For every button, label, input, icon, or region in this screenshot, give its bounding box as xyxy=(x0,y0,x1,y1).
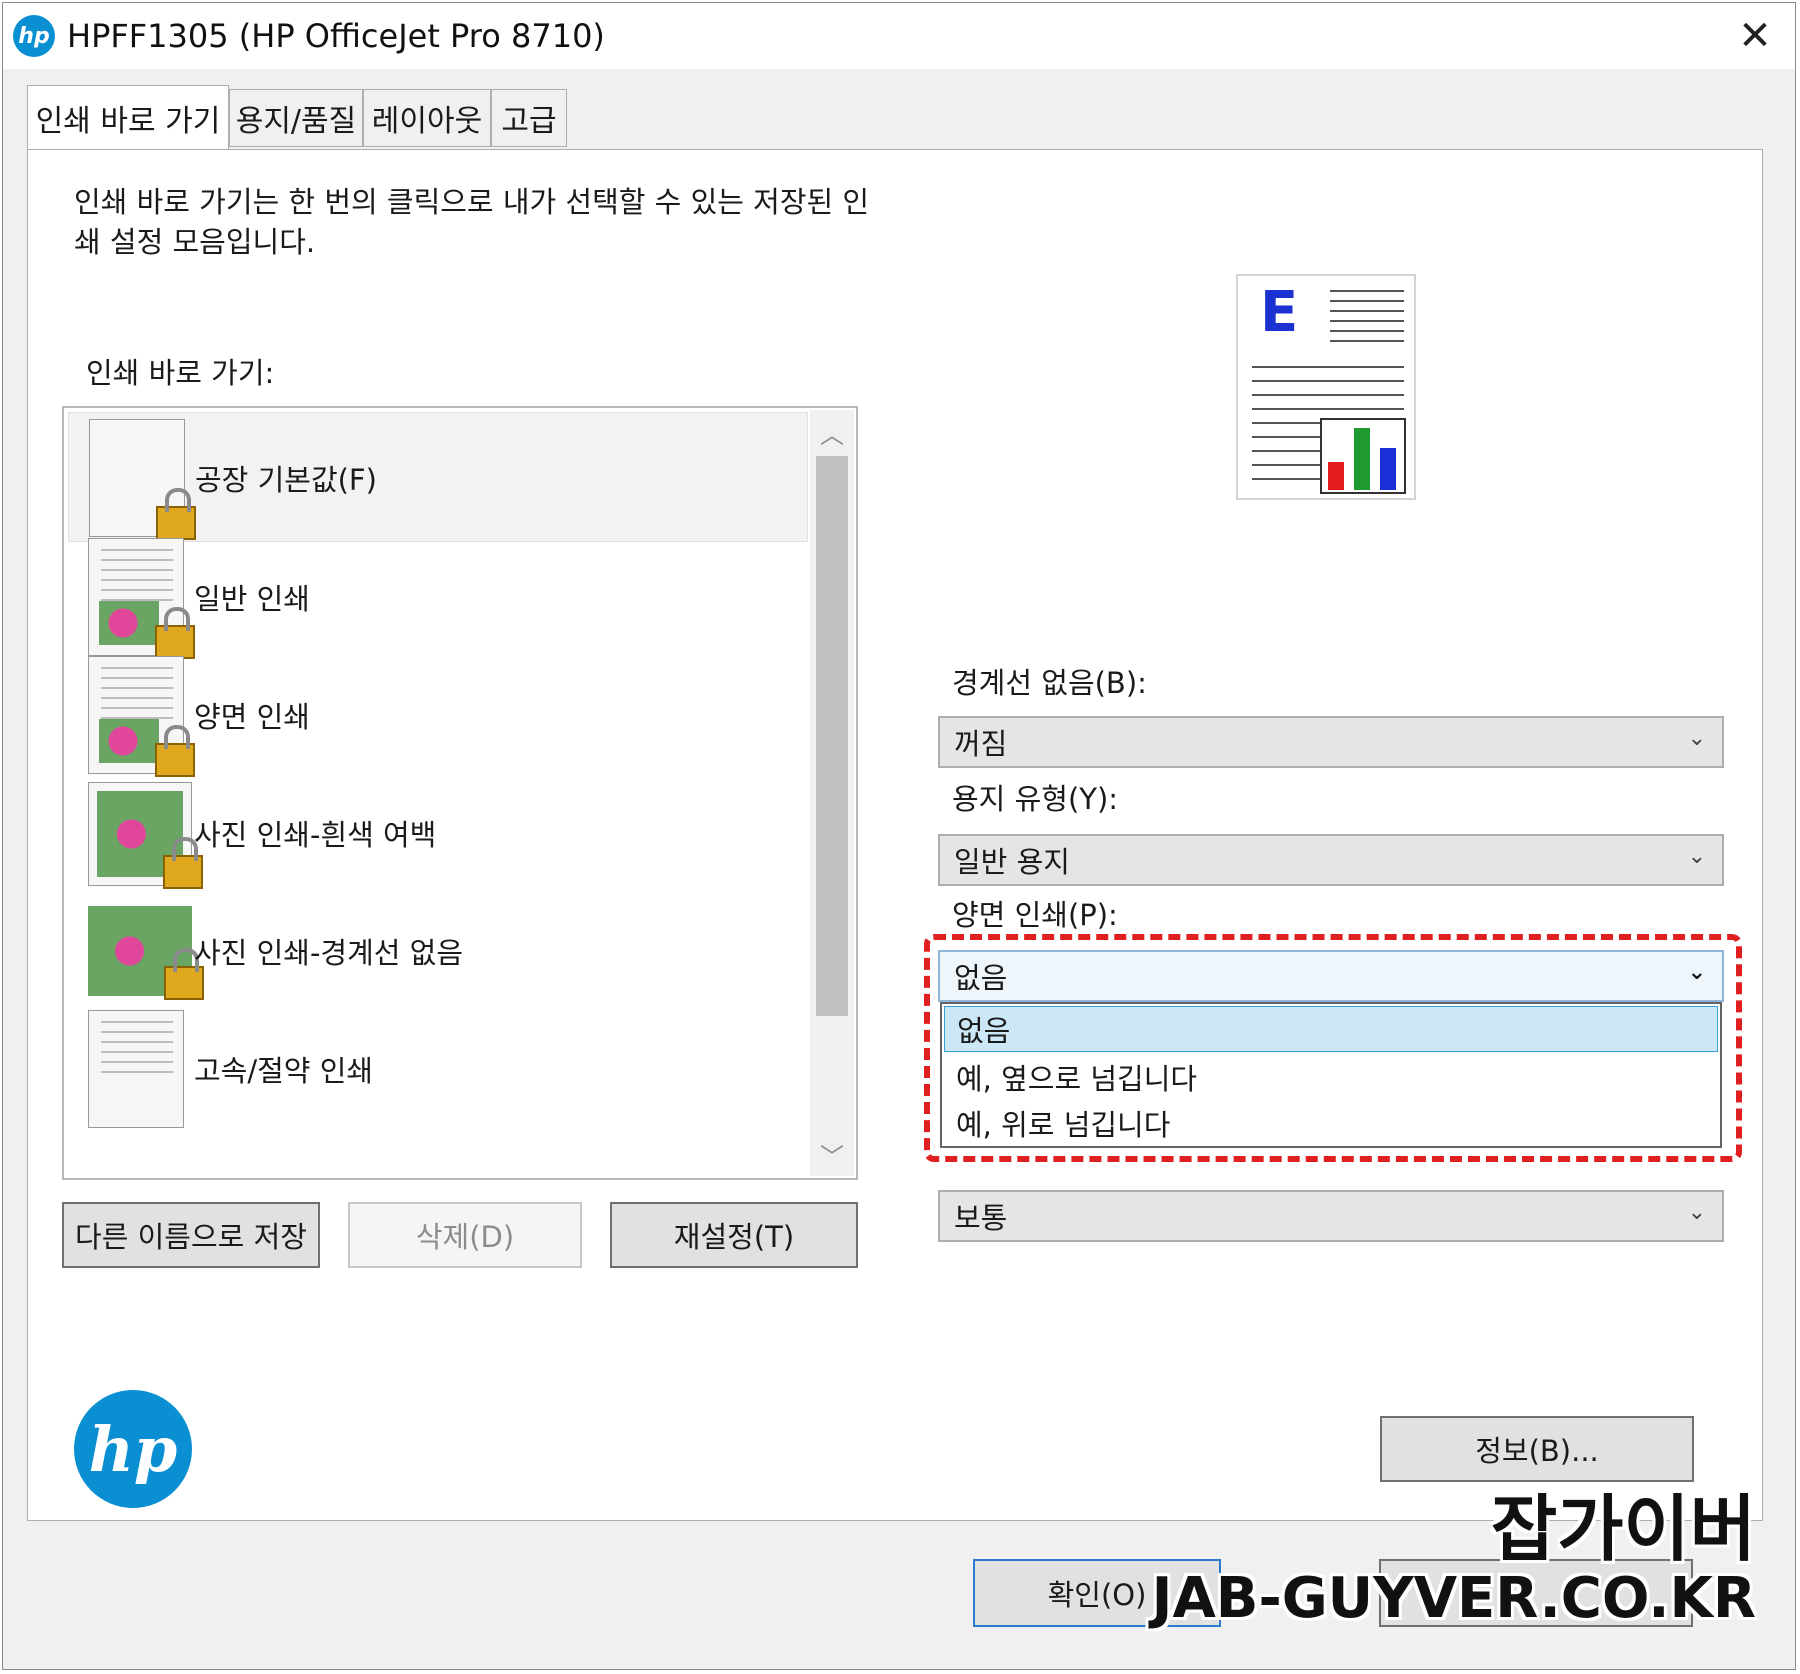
photo-border-lock-icon xyxy=(88,782,203,889)
chevron-down-icon: ⌄ xyxy=(1687,844,1706,869)
tab-layout[interactable]: 레이아웃 xyxy=(363,89,491,147)
duplex-label: 양면 인쇄(P): xyxy=(952,898,1118,932)
preview-bar-red xyxy=(1328,462,1344,490)
duplex-option-flip-side[interactable]: 예, 옆으로 넘깁니다 xyxy=(944,1054,1718,1100)
title-bar: hp HPFF1305 (HP OfficeJet Pro 8710) ✕ xyxy=(3,3,1795,69)
borderless-label: 경계선 없음(B): xyxy=(952,666,1147,700)
duplex-option-none[interactable]: 없음 xyxy=(944,1006,1718,1052)
print-quality-value: 보통 xyxy=(954,1201,1008,1235)
blank-page-lock-icon xyxy=(89,419,196,540)
list-item-general-print[interactable]: 일반 인쇄 xyxy=(68,532,808,662)
shortcuts-list[interactable]: 공장 기본값(F) 일반 인쇄 양면 인쇄 사진 인쇄-흰색 여백 사진 인쇄-… xyxy=(62,406,858,1180)
list-item-photo-borderless[interactable]: 사진 인쇄-경계선 없음 xyxy=(68,886,808,1016)
preview-bar-blue xyxy=(1380,448,1396,490)
tab-advanced[interactable]: 고급 xyxy=(491,89,567,147)
print-quality-select[interactable]: 보통 ⌄ xyxy=(938,1190,1724,1242)
list-item-photo-white-border[interactable]: 사진 인쇄-흰색 여백 xyxy=(68,768,808,898)
lock-icon xyxy=(163,837,203,889)
duplex-option-flip-up[interactable]: 예, 위로 넘깁니다 xyxy=(944,1100,1718,1146)
list-item-label: 양면 인쇄 xyxy=(194,700,310,734)
preview-text-lines xyxy=(1330,290,1404,350)
scroll-up-icon[interactable]: ︿ xyxy=(810,412,854,452)
preview-letter: E xyxy=(1260,280,1299,345)
chevron-down-icon: ⌄ xyxy=(1687,960,1706,985)
tab-paper-quality[interactable]: 용지/품질 xyxy=(229,89,363,147)
list-item-label: 사진 인쇄-흰색 여백 xyxy=(194,818,437,852)
print-preview-image: E xyxy=(1236,274,1416,500)
list-item-label: 고속/절약 인쇄 xyxy=(194,1054,374,1088)
window-title: HPFF1305 (HP OfficeJet Pro 8710) xyxy=(67,17,605,55)
draft-lock-icon xyxy=(88,1010,184,1128)
duplex-select[interactable]: 없음 ⌄ xyxy=(938,950,1724,1002)
scroll-down-icon[interactable]: ﹀ xyxy=(810,1134,854,1174)
hp-brand-logo: hp xyxy=(74,1390,192,1508)
reset-button[interactable]: 재설정(T) xyxy=(610,1202,858,1268)
list-item-fast-economy[interactable]: 고속/절약 인쇄 xyxy=(68,1004,808,1134)
paper-type-select[interactable]: 일반 용지 ⌄ xyxy=(938,834,1724,886)
preview-bar-chart-icon xyxy=(1320,418,1406,494)
scrollbar-thumb[interactable] xyxy=(816,456,848,1016)
print-shortcuts-panel: 인쇄 바로 가기는 한 번의 클릭으로 내가 선택할 수 있는 저장된 인쇄 설… xyxy=(27,149,1763,1521)
paper-type-label: 용지 유형(Y): xyxy=(952,782,1119,816)
close-button[interactable]: ✕ xyxy=(1729,11,1781,61)
list-item-label: 공장 기본값(F) xyxy=(195,463,377,497)
duplex-value: 없음 xyxy=(954,961,1008,995)
duplex-lock-icon xyxy=(88,656,195,777)
photo-borderless-lock-icon xyxy=(88,906,204,1000)
duplex-dropdown-list[interactable]: 없음 예, 옆으로 넘깁니다 예, 위로 넘깁니다 xyxy=(940,1002,1722,1148)
delete-button[interactable]: 삭제(D) xyxy=(348,1202,582,1268)
tab-print-shortcuts[interactable]: 인쇄 바로 가기 xyxy=(27,85,229,149)
list-item-label: 사진 인쇄-경계선 없음 xyxy=(194,936,464,970)
shortcuts-scrollbar[interactable]: ︿ ﹀ xyxy=(810,410,854,1176)
watermark-korean: 잡가이버 xyxy=(1491,1487,1756,1571)
borderless-value: 꺼짐 xyxy=(954,727,1008,761)
text-photo-lock-icon xyxy=(88,538,195,659)
watermark-url: JAB-GUYVER.CO.KR xyxy=(1151,1566,1756,1631)
chevron-down-icon: ⌄ xyxy=(1687,726,1706,751)
list-item-duplex-print[interactable]: 양면 인쇄 xyxy=(68,650,808,780)
description-text: 인쇄 바로 가기는 한 번의 클릭으로 내가 선택할 수 있는 저장된 인쇄 설… xyxy=(74,185,870,259)
preview-bar-green xyxy=(1354,428,1370,490)
list-item-factory-default[interactable]: 공장 기본값(F) xyxy=(68,412,808,542)
printer-properties-window: hp HPFF1305 (HP OfficeJet Pro 8710) ✕ 인쇄… xyxy=(2,2,1796,1670)
chevron-down-icon: ⌄ xyxy=(1687,1200,1706,1225)
borderless-select[interactable]: 꺼짐 ⌄ xyxy=(938,716,1724,768)
shortcuts-label: 인쇄 바로 가기: xyxy=(86,356,275,390)
list-item-label: 일반 인쇄 xyxy=(194,582,310,616)
paper-type-value: 일반 용지 xyxy=(954,845,1070,879)
save-as-button[interactable]: 다른 이름으로 저장 xyxy=(62,1202,320,1268)
hp-logo-icon: hp xyxy=(13,15,55,57)
